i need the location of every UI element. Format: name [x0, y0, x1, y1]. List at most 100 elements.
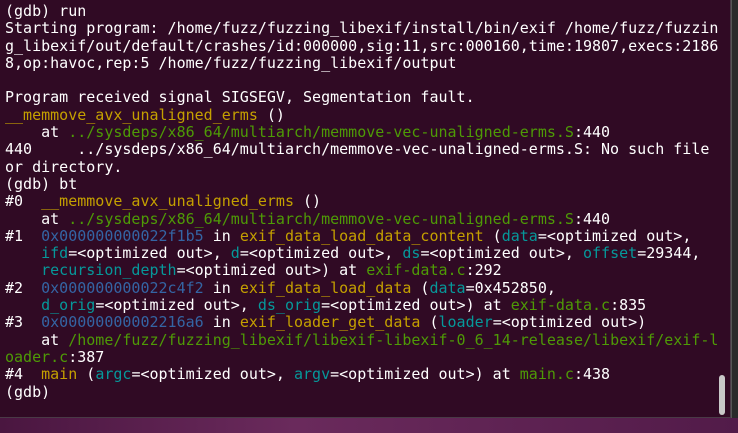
- terminal-text-segment: main.c: [519, 365, 574, 384]
- terminal-text-segment: =<optimized out>) at: [321, 296, 511, 315]
- terminal-text-segment: /home/fuzz/fuzzing_libexif/libexif-libex…: [68, 330, 719, 349]
- terminal-text-segment: :438: [573, 365, 611, 384]
- background-window: [731, 0, 738, 418]
- terminal-line: #0 __memmove_avx_unaligned_erms (): [5, 193, 718, 210]
- terminal-text-segment: 440 ../sysdeps/x86_64/multiarch/memmove-…: [5, 140, 710, 159]
- terminal-text-segment: (): [257, 105, 285, 124]
- terminal-text-segment: g_libexif/out/default/crashes/id:000000,…: [5, 36, 719, 55]
- terminal-output: (gdb) run Starting program: /home/fuzz/fu…: [5, 2, 719, 401]
- terminal-text-segment: :440: [573, 209, 611, 228]
- terminal-text-segment: #4: [5, 365, 42, 384]
- terminal-text-segment: ../sysdeps/x86_64/multiarch/memmove-vec-…: [68, 209, 574, 228]
- terminal-text-segment: =<optimized out>,: [131, 365, 294, 384]
- terminal-text-segment: 0x00000000002216a6: [41, 313, 204, 332]
- terminal-text-segment: recursion_depth: [41, 261, 177, 280]
- terminal-text-segment: __memmove_avx_unaligned_erms: [41, 192, 294, 211]
- terminal-window[interactable]: (gdb) run Starting program: /home/fuzz/fu…: [0, 0, 731, 418]
- terminal-text-segment: =<optimized out>) at: [330, 365, 520, 384]
- terminal-text-segment: oader.c: [5, 347, 69, 366]
- terminal-text-segment: exif_data_load_data_content: [239, 226, 484, 245]
- terminal-line: recursion_depth=<optimized out>) at exif…: [5, 262, 718, 279]
- terminal-text-segment: exif_loader_get_data: [239, 313, 421, 332]
- terminal-text-segment: main: [41, 365, 78, 384]
- terminal-text-segment: ../sysdeps/x86_64/multiarch/memmove-vec-…: [68, 123, 574, 142]
- terminal-text-segment: data: [501, 226, 538, 245]
- terminal-line: at ../sysdeps/x86_64/multiarch/memmove-v…: [5, 209, 718, 228]
- terminal-text-segment: argv: [294, 365, 331, 384]
- terminal-text-segment: offset: [583, 244, 638, 263]
- terminal-text-segment: (: [411, 278, 430, 297]
- terminal-text-segment: 0x000000000022f1b5: [41, 226, 204, 245]
- terminal-text-segment: (: [483, 226, 502, 245]
- terminal-text-segment: =29344,: [637, 244, 701, 263]
- terminal-text-segment: (: [420, 313, 439, 332]
- terminal-text-segment: #1: [5, 226, 42, 245]
- terminal-line: (gdb) bt: [5, 174, 718, 193]
- terminal-text-segment: __memmove_avx_unaligned_erms: [5, 105, 258, 124]
- terminal-text-segment: :292: [465, 261, 502, 280]
- terminal-line: 8,op:havoc,rep:5 /home/fuzz/fuzzing_libe…: [5, 53, 718, 72]
- terminal-line: d_orig=<optimized out>, ds_orig=<optimiz…: [5, 296, 718, 315]
- terminal-text-segment: or directory.: [5, 157, 123, 176]
- desktop-background: [0, 418, 738, 433]
- terminal-text-segment: (: [77, 365, 96, 384]
- terminal-line: #4 main (argc=<optimized out>, argv=<opt…: [5, 366, 718, 383]
- terminal-text-segment: =<optimized out>,: [68, 244, 231, 263]
- terminal-text-segment: loader: [438, 313, 493, 332]
- terminal-text-segment: =0x452850,: [465, 278, 556, 297]
- terminal-line: (gdb) run: [5, 2, 718, 20]
- terminal-text-segment: #0: [5, 192, 42, 211]
- terminal-text-segment: in: [203, 278, 240, 297]
- terminal-text-segment: Starting program: /home/fuzz/fuzzing_lib…: [5, 19, 719, 38]
- terminal-text-segment: =<optimized out>,: [239, 244, 403, 263]
- terminal-text-segment: :440: [573, 123, 611, 142]
- terminal-text-segment: #2: [5, 278, 42, 297]
- terminal-text-segment: =<optimized out>) at: [176, 261, 367, 280]
- terminal-text-segment: :387: [68, 347, 105, 366]
- terminal-text-segment: (gdb): [5, 382, 51, 401]
- terminal-text-segment: (gdb) bt: [5, 174, 78, 193]
- terminal-line: (gdb): [5, 382, 718, 401]
- terminal-line: or directory.: [5, 157, 718, 176]
- terminal-text-segment: exif-data.c: [366, 261, 466, 280]
- terminal-text-segment: 0x000000000022c4f2: [41, 278, 204, 297]
- terminal-text-segment: =<optimized out>,: [420, 244, 583, 263]
- terminal-text-segment: argc: [95, 365, 132, 384]
- terminal-line: oader.c:387: [5, 347, 718, 366]
- terminal-text-segment: in: [203, 313, 240, 332]
- terminal-line: at /home/fuzz/fuzzing_libexif/libexif-li…: [5, 330, 719, 349]
- terminal-line: Program received signal SIGSEGV, Segment…: [5, 89, 718, 106]
- terminal-text-segment: in: [203, 226, 240, 245]
- terminal-text-segment: 8,op:havoc,rep:5 /home/fuzz/fuzzing_libe…: [5, 53, 457, 72]
- terminal-text-segment: =<optimized out>,: [537, 226, 692, 245]
- terminal-text-segment: :835: [610, 296, 647, 315]
- terminal-text-segment: =<optimized out>,: [95, 296, 258, 315]
- terminal-text-segment: at: [5, 330, 69, 349]
- terminal-line: at ../sysdeps/x86_64/multiarch/memmove-v…: [5, 123, 718, 142]
- terminal-text-segment: data: [429, 278, 466, 297]
- terminal-text-segment: ds_orig: [257, 296, 322, 315]
- terminal-text-segment: #3: [5, 313, 42, 332]
- terminal-text-segment: =<optimized out>): [492, 313, 647, 332]
- terminal-text-segment: exif-data.c: [510, 296, 611, 315]
- terminal-text-segment: d: [230, 244, 240, 263]
- terminal-text-segment: Program received signal SIGSEGV, Segment…: [5, 88, 475, 107]
- scrollbar-thumb[interactable]: [719, 375, 725, 415]
- terminal-text-segment: exif_data_load_data: [239, 278, 412, 297]
- terminal-text-segment: at: [5, 123, 69, 142]
- terminal-text-segment: (gdb) run: [5, 2, 87, 20]
- terminal-line: 440 ../sysdeps/x86_64/multiarch/memmove-…: [5, 141, 718, 158]
- terminal-line: ifd=<optimized out>, d=<optimized out>, …: [5, 245, 718, 262]
- terminal-line: #3 0x00000000002216a6 in exif_loader_get…: [5, 314, 718, 331]
- terminal-line: #2 0x000000000022c4f2 in exif_data_load_…: [5, 278, 718, 297]
- terminal-text-segment: ds: [402, 244, 421, 263]
- terminal-line: #1 0x000000000022f1b5 in exif_data_load_…: [5, 226, 718, 245]
- terminal-text-segment: at: [5, 209, 69, 228]
- terminal-line: Starting program: /home/fuzz/fuzzing_lib…: [5, 20, 718, 37]
- terminal-line: __memmove_avx_unaligned_erms (): [5, 105, 718, 124]
- terminal-text-segment: d_orig: [41, 296, 96, 315]
- terminal-text-segment: (): [294, 192, 322, 211]
